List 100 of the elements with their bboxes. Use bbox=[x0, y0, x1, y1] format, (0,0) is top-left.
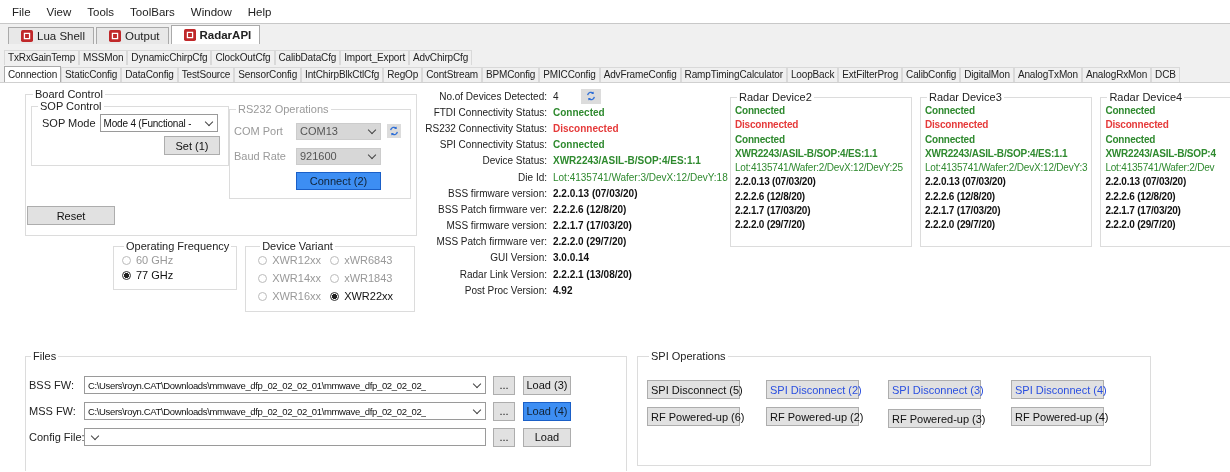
reset-button[interactable]: Reset bbox=[27, 206, 115, 225]
device-value: Connected bbox=[925, 133, 976, 145]
info-value: 4.92 bbox=[553, 284, 573, 296]
info-label: GUI Version: bbox=[489, 252, 547, 264]
tab[interactable]: ExtFilterProg bbox=[838, 67, 903, 82]
tab[interactable]: RampTimingCalculator bbox=[680, 67, 787, 82]
tab[interactable]: DynamicChirpCfg bbox=[127, 50, 212, 65]
tab[interactable]: CalibDataCfg bbox=[274, 50, 341, 65]
document-tab[interactable]: Output bbox=[95, 27, 169, 44]
menu-item[interactable]: Window bbox=[182, 5, 240, 18]
load-button[interactable]: Load bbox=[523, 427, 571, 447]
info-value: 2.2.2.6 (12/8/20) bbox=[553, 203, 627, 215]
device-value: XWR2243/ASIL-B/SOP:4/ES:1.1 bbox=[925, 147, 1069, 159]
radio-button[interactable]: 77 GHz bbox=[122, 268, 237, 282]
refresh-icon[interactable] bbox=[580, 88, 601, 104]
menu-item[interactable]: File bbox=[4, 5, 39, 18]
info-label: Device Status: bbox=[481, 155, 547, 167]
field-label: Baud Rate bbox=[234, 150, 287, 162]
field-label: BSS FW: bbox=[29, 379, 76, 391]
device-value: 2.2.2.6 (12/8/20) bbox=[925, 190, 996, 202]
info-value: 2.2.1.7 (17/03/20) bbox=[553, 220, 632, 232]
group-title: Radar Device4 bbox=[1108, 92, 1184, 103]
device-value: Disconnected bbox=[735, 119, 800, 131]
device-value: Disconnected bbox=[925, 119, 990, 131]
document-tab[interactable]: Lua Shell bbox=[8, 27, 94, 44]
load-button[interactable]: Load (4) bbox=[523, 401, 571, 421]
spi-disconnect-button[interactable]: SPI Disconnect (5) bbox=[647, 380, 740, 399]
group-title: RS232 Operations bbox=[237, 103, 330, 115]
tab[interactable]: IntChirpBlkCtlCfg bbox=[301, 67, 384, 82]
menu-item[interactable]: ToolBars bbox=[122, 5, 183, 18]
info-value: 4 bbox=[553, 90, 559, 102]
device-value: XWR2243/ASIL-B/SOP:4 bbox=[1105, 147, 1217, 159]
tab[interactable]: StaticConfig bbox=[61, 67, 122, 82]
device-value: Connected bbox=[925, 105, 976, 116]
browse-button[interactable]: ... bbox=[493, 401, 515, 421]
device-value: 2.2.2.0 (29/7/20) bbox=[735, 219, 806, 231]
info-value: XWR2243/ASIL-B/SOP:4/ES:1.1 bbox=[553, 155, 701, 167]
info-label: Die Id: bbox=[517, 171, 547, 183]
device-value: Lot:4135741/Wafer:2/Dev bbox=[1105, 162, 1216, 174]
load-button[interactable]: Load (3) bbox=[523, 375, 571, 395]
tab[interactable]: DataConfig bbox=[121, 67, 178, 82]
device-value: Disconnected bbox=[1105, 119, 1170, 131]
info-label: Radar Link Version: bbox=[458, 268, 547, 280]
field-label: SOP Mode bbox=[42, 117, 96, 129]
tab[interactable]: PMICConfig bbox=[539, 67, 600, 82]
tab[interactable]: TestSource bbox=[177, 67, 235, 82]
info-value: 3.0.0.14 bbox=[553, 252, 590, 264]
info-label: MSS firmware version: bbox=[445, 220, 547, 232]
file-path-dropdown[interactable]: C:\Users\royn.CAT\Downloads\mmwave_dfp_02_02_02_01\mmwave_dfp_02_02_02_ bbox=[84, 402, 486, 420]
info-label: SPI Connectivity Status: bbox=[438, 139, 547, 151]
group-title: Radar Device2 bbox=[738, 92, 813, 103]
tab[interactable]: DigitalMon bbox=[960, 67, 1014, 82]
device-value: Connected bbox=[1105, 133, 1157, 145]
info-label: FTDI Connectivity Status: bbox=[432, 106, 547, 118]
device-value: 2.2.1.7 (17/03/20) bbox=[735, 205, 812, 217]
tab[interactable]: Connection bbox=[4, 66, 62, 82]
device-value: 2.2.1.7 (17/03/20) bbox=[1105, 205, 1182, 217]
info-value: 2.2.0.13 (07/03/20) bbox=[553, 187, 638, 199]
info-value: 2.2.2.1 (13/08/20) bbox=[553, 268, 632, 280]
device-value: 2.2.1.7 (17/03/20) bbox=[925, 205, 1002, 217]
field-label: MSS FW: bbox=[29, 405, 77, 417]
set-button[interactable]: Set (1) bbox=[164, 136, 220, 155]
field-label: Config File: bbox=[29, 431, 84, 443]
tab[interactable]: TxRxGainTemp bbox=[4, 50, 80, 65]
file-path-dropdown[interactable] bbox=[84, 428, 486, 446]
menu-item[interactable]: View bbox=[38, 5, 80, 18]
tab[interactable]: ContStream bbox=[422, 67, 482, 82]
tab[interactable]: Import_Export bbox=[340, 50, 410, 65]
tab[interactable]: AnalogTxMon bbox=[1013, 67, 1082, 82]
device-value: 2.2.0.13 (07/03/20) bbox=[925, 176, 1007, 188]
spi-disconnect-button[interactable]: SPI Disconnect (4) bbox=[1011, 380, 1104, 399]
browse-button[interactable]: ... bbox=[493, 427, 515, 447]
tab[interactable]: BPMConfig bbox=[482, 67, 540, 82]
tab[interactable]: LoopBack bbox=[786, 67, 839, 82]
tab[interactable]: DCB bbox=[1151, 67, 1180, 82]
device-value: Lot:4135741/Wafer:2/DevX:12/DevY:3 bbox=[925, 162, 1088, 174]
device-value: 2.2.2.6 (12/8/20) bbox=[1105, 190, 1177, 202]
menu-item[interactable]: Help bbox=[239, 5, 280, 18]
tab[interactable]: RegOp bbox=[383, 67, 423, 82]
info-label: No.of Devices Detected: bbox=[438, 90, 547, 102]
tab[interactable]: AnalogRxMon bbox=[1081, 67, 1152, 82]
app-icon bbox=[21, 30, 33, 42]
file-path-dropdown[interactable]: C:\Users\royn.CAT\Downloads\mmwave_dfp_02_02_02_01\mmwave_dfp_02_02_02_ bbox=[84, 376, 486, 394]
tab[interactable]: SensorConfig bbox=[234, 67, 302, 82]
device-value: 2.2.0.13 (07/03/20) bbox=[1105, 176, 1188, 188]
menu-item[interactable]: Tools bbox=[79, 5, 123, 18]
spi-disconnect-button[interactable]: SPI Disconnect (2) bbox=[766, 380, 859, 399]
browse-button[interactable]: ... bbox=[493, 375, 515, 395]
tab[interactable]: MSSMon bbox=[79, 50, 128, 65]
spi-disconnect-button[interactable]: SPI Disconnect (3) bbox=[888, 380, 981, 399]
info-value: Connected bbox=[553, 139, 605, 151]
info-label: BSS Patch firmware ver: bbox=[437, 203, 547, 215]
tab[interactable]: AdvFrameConfig bbox=[599, 67, 681, 82]
tab[interactable]: ClockOutCfg bbox=[211, 50, 275, 65]
radio-button[interactable]: XWR22xx bbox=[330, 289, 411, 303]
tab[interactable]: AdvChirpCfg bbox=[409, 50, 473, 65]
sop-mode-dropdown[interactable]: Mode 4 (Functional - bbox=[99, 114, 218, 132]
document-tab[interactable]: RadarAPI bbox=[170, 25, 261, 44]
tab[interactable]: CalibConfig bbox=[902, 67, 961, 82]
info-label: Post Proc Version: bbox=[463, 284, 547, 296]
